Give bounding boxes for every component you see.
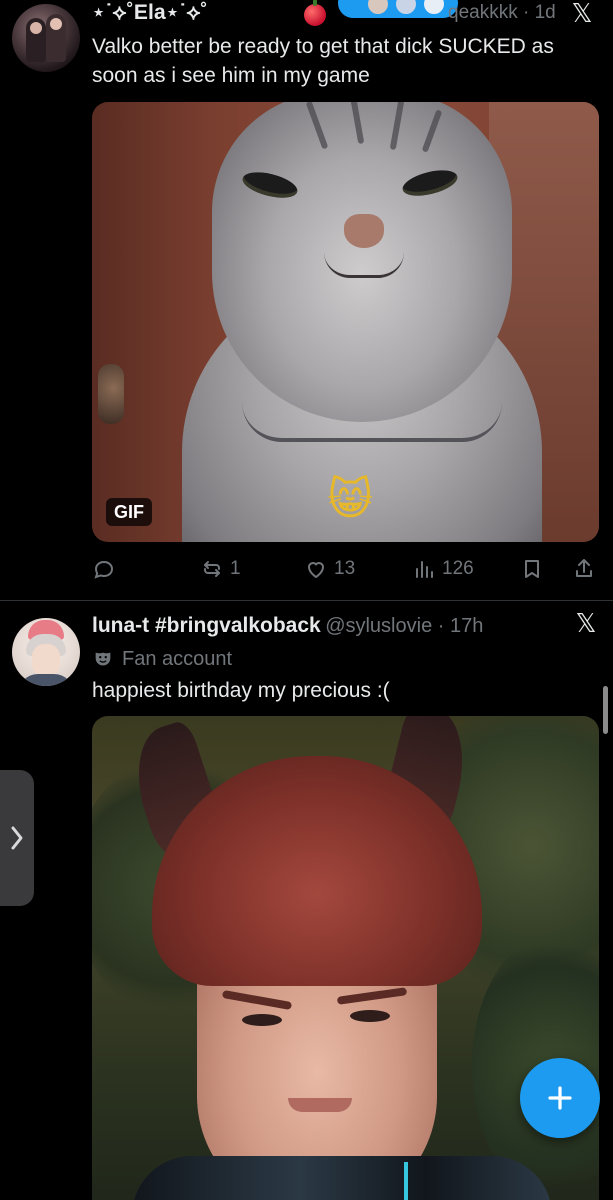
repost-button[interactable]: 1 xyxy=(200,552,241,586)
avatar-face xyxy=(30,22,42,34)
avatar-shoulder xyxy=(18,674,74,686)
handle-and-time[interactable]: @syluslovie · 17h xyxy=(325,615,483,637)
display-name[interactable]: ⋆˙⟡˚Ela⋆˙⟡˚ xyxy=(92,0,208,25)
cat-emoji-icon: 😸 xyxy=(327,474,373,525)
avatar-face xyxy=(50,18,62,30)
like-count: 13 xyxy=(334,558,356,579)
pill-avatar xyxy=(394,0,418,16)
tweet-ela[interactable]: ⋆˙⟡˚Ela⋆˙⟡˚ qeakkkk · 1d 𝕏 Valko better … xyxy=(0,0,613,600)
avatar-face xyxy=(32,644,60,678)
tweet-text: happiest birthday my precious :( xyxy=(92,679,390,702)
theater-mask-icon xyxy=(95,652,111,666)
repost-count: 1 xyxy=(230,558,241,579)
character-mouth xyxy=(288,1098,352,1112)
account-label-text: Fan account xyxy=(122,647,233,670)
tweet-text: Valko better be ready to get that dick S… xyxy=(92,35,554,87)
character-strap xyxy=(404,1162,408,1200)
avatar[interactable] xyxy=(12,4,80,72)
character-eye xyxy=(350,1010,390,1022)
tweet-image[interactable] xyxy=(92,716,599,1200)
tweet-divider xyxy=(0,600,613,601)
bookmark-button[interactable] xyxy=(520,552,544,586)
account-label[interactable]: Fan account xyxy=(92,645,232,673)
reply-button[interactable] xyxy=(92,552,122,586)
x-logo-icon: 𝕏 xyxy=(575,609,597,639)
bookmark-icon xyxy=(525,560,539,578)
tweet-gif[interactable]: 😸 GIF xyxy=(92,102,599,542)
character-collar xyxy=(132,1156,552,1200)
tweet-header: ⋆˙⟡˚Ela⋆˙⟡˚ qeakkkk · 1d xyxy=(92,0,602,30)
pill-avatar xyxy=(366,0,390,16)
views-button[interactable]: 126 xyxy=(412,552,474,586)
gif-badge: GIF xyxy=(106,498,152,526)
repost-icon xyxy=(204,561,220,577)
share-button[interactable] xyxy=(572,552,596,586)
avatar[interactable] xyxy=(12,618,80,686)
heart-icon xyxy=(307,562,325,579)
chevron-right-icon xyxy=(11,826,23,850)
tweet-actions: 1 13 126 xyxy=(92,552,604,586)
cat-nose xyxy=(344,214,384,248)
plus-icon xyxy=(548,1086,572,1110)
x-logo-icon: 𝕏 xyxy=(571,0,593,29)
display-name[interactable]: luna-t #bringvalkoback xyxy=(92,614,321,637)
timeline: ⋆˙⟡˚Ela⋆˙⟡˚ qeakkkk · 1d 𝕏 Valko better … xyxy=(0,0,613,1200)
view-count: 126 xyxy=(442,558,474,579)
new-posts-pill[interactable] xyxy=(338,0,458,18)
compose-button[interactable] xyxy=(520,1058,600,1138)
share-icon xyxy=(576,559,592,577)
scroll-indicator[interactable] xyxy=(603,686,608,734)
handle-and-time[interactable]: qeakkkk · 1d xyxy=(448,2,556,24)
apple-emoji-icon xyxy=(304,0,326,26)
like-button[interactable]: 13 xyxy=(304,552,355,586)
side-panel-tab[interactable] xyxy=(0,770,34,906)
views-icon xyxy=(416,561,433,578)
pill-avatar xyxy=(422,0,446,16)
cat-collar xyxy=(242,402,502,442)
reply-icon xyxy=(94,560,114,579)
door-knob xyxy=(98,364,124,424)
tweet-header: luna-t #bringvalkoback @syluslovie · 17h xyxy=(92,614,562,644)
character-eye xyxy=(242,1014,282,1026)
